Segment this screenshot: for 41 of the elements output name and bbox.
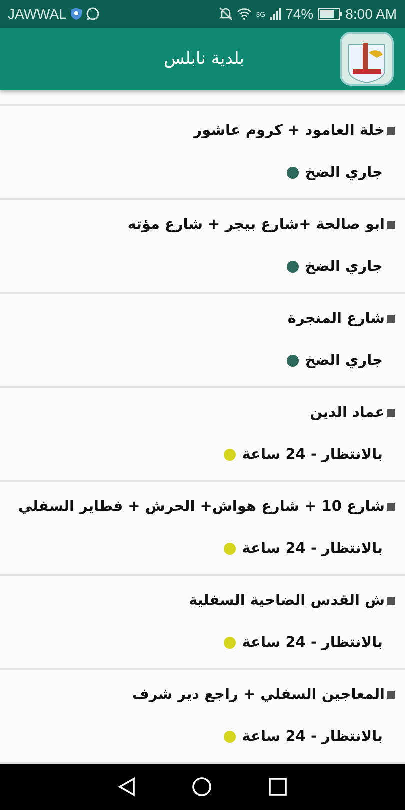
square-bullet-icon [387,597,395,605]
mute-icon [219,7,234,21]
square-bullet-icon [387,409,395,417]
carrier-name: JAWWAL [8,6,67,22]
street-card[interactable]: ش القدس الضاحية السفلية بالانتظار - 24 ساعة [0,576,405,670]
pumping-status: جاري الضخ [305,353,383,369]
square-bullet-icon [387,315,395,323]
street-name: خلة العامود + كروم عاشور [194,123,385,139]
street-name: ش القدس الضاحية السفلية [189,593,385,609]
street-name: شارع المنجرة [288,311,385,327]
pumping-status: بالانتظار - 24 ساعة [242,729,383,745]
street-card[interactable]: ابو صالحة +شارع بيجر + شارع مؤته جاري الضخ [0,200,405,294]
pumping-status: بالانتظار - 24 ساعة [242,635,383,651]
street-name: شارع 10 + شارع هواش+ الحرش + فطاير السفلي [18,499,385,515]
clock: 8:00 AM [346,6,397,22]
square-bullet-icon [387,221,395,229]
street-card[interactable]: خلة العامود + كروم عاشور جاري الضخ [0,106,405,200]
pumping-status: بالانتظار - 24 ساعة [242,541,383,557]
signal-icon [270,8,282,20]
emblem-icon [339,31,395,87]
street-card[interactable]: عماد الدين بالانتظار - 24 ساعة [0,388,405,482]
street-name: ابو صالحة +شارع بيجر + شارع مؤته [128,217,385,233]
battery-percent: 74% [286,6,314,22]
home-icon[interactable] [192,777,212,797]
street-name: عماد الدين [310,405,385,421]
street-card[interactable]: شارع المنجرة جاري الضخ [0,294,405,388]
street-name: المعاجين السفلي + راجع دير شرف [132,687,385,703]
square-bullet-icon [387,127,395,135]
app-title: بلدية نابلس [164,49,244,69]
recents-icon[interactable] [268,778,287,796]
shield-icon [70,8,82,20]
wifi-icon [237,8,252,20]
street-card[interactable]: شارع 10 + شارع هواش+ الحرش + فطاير السفلي بالانتظار - 24 ساعة [0,482,405,576]
pumping-status: بالانتظار - 24 ساعة [242,447,383,463]
back-icon[interactable] [118,777,136,797]
pumping-status: جاري الضخ [305,259,383,275]
chat-icon [86,7,100,21]
square-bullet-icon [387,503,395,511]
square-bullet-icon [387,691,395,699]
pumping-status: جاري الضخ [305,165,383,181]
battery-icon [318,8,342,20]
